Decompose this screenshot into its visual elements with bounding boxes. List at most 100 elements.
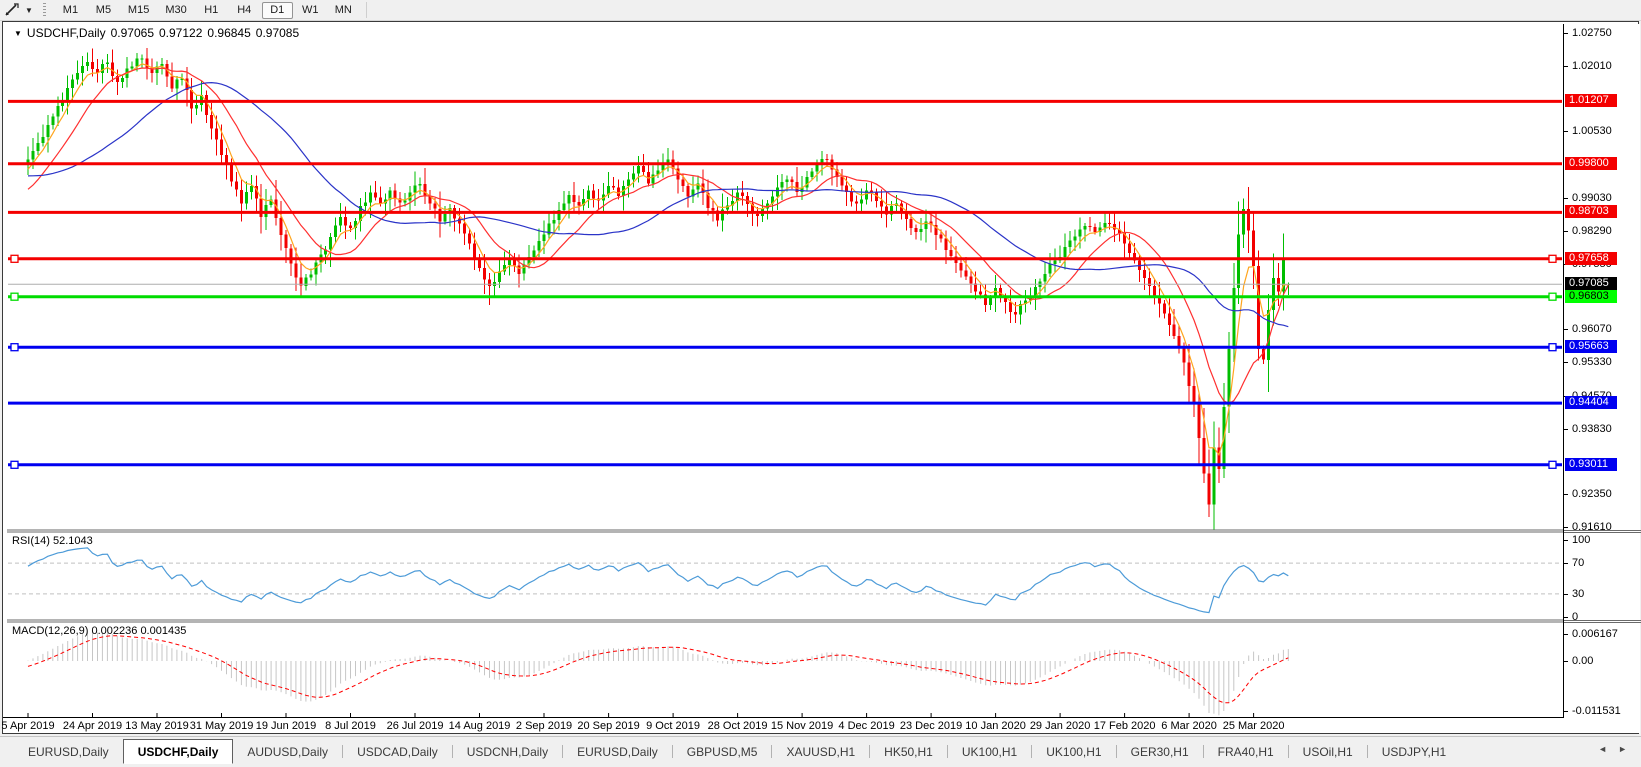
axis-tick-label: 0.92350 bbox=[1572, 488, 1612, 500]
date-axis-label: 6 Mar 2020 bbox=[1161, 720, 1217, 732]
timeframe-button-m30[interactable]: M30 bbox=[158, 2, 193, 19]
ohlc-high: 0.97122 bbox=[159, 26, 202, 40]
axis-tick-mark bbox=[1564, 231, 1568, 232]
axis-tick-label: 1.02750 bbox=[1572, 27, 1612, 39]
tab-usdchf-daily[interactable]: USDCHF,Daily bbox=[123, 739, 234, 764]
tab-usoil-h1[interactable]: USOil,H1 bbox=[1289, 741, 1367, 762]
pane-separator[interactable] bbox=[1564, 532, 1641, 533]
date-axis-label: 24 Apr 2019 bbox=[63, 720, 122, 732]
tab-eurusd-daily[interactable]: EURUSD,Daily bbox=[563, 741, 672, 762]
axis-tick-label: 30 bbox=[1572, 588, 1584, 600]
axis-tick-mark bbox=[1564, 594, 1568, 595]
axis-tick-mark bbox=[1564, 563, 1568, 564]
terminal-app: ▼ M1M5M15M30H1H4D1W1MN ▼ USDCHF,Daily 0.97… bbox=[0, 0, 1641, 767]
chart-symbol-label: USDCHF,Daily bbox=[27, 26, 106, 40]
timeframe-button-m5[interactable]: M5 bbox=[88, 2, 119, 19]
date-axis-label: 29 Jan 2020 bbox=[1030, 720, 1091, 732]
date-axis-label: 26 Jul 2019 bbox=[387, 720, 444, 732]
date-axis-label: 20 Sep 2019 bbox=[577, 720, 639, 732]
axis-tick-mark bbox=[1564, 329, 1568, 330]
ohlc-low: 0.96845 bbox=[207, 26, 250, 40]
timeframe-button-h4[interactable]: H4 bbox=[229, 2, 260, 19]
timeframe-button-m15[interactable]: M15 bbox=[121, 2, 156, 19]
tab-usdcnh-daily[interactable]: USDCNH,Daily bbox=[453, 741, 562, 762]
level-price-flag: 1.01207 bbox=[1565, 94, 1617, 107]
macd-label: MACD(12,26,9) 0.002236 0.001435 bbox=[12, 625, 186, 637]
collapse-triangle-icon[interactable]: ▼ bbox=[14, 29, 22, 38]
level-price-flag: 0.97658 bbox=[1565, 252, 1617, 265]
axis-tick-label: 0.98290 bbox=[1572, 225, 1612, 237]
level-price-flag: 0.96803 bbox=[1565, 290, 1617, 303]
axis-tick-label: 1.02010 bbox=[1572, 60, 1612, 72]
axis-tick-mark bbox=[1564, 33, 1568, 34]
crosshair-draw-tool-icon bbox=[4, 3, 22, 17]
axis-tick-label: 0.95330 bbox=[1572, 356, 1612, 368]
date-axis-label: 9 Oct 2019 bbox=[646, 720, 700, 732]
timeframe-button-d1[interactable]: D1 bbox=[262, 2, 293, 19]
axis-tick-mark bbox=[1564, 617, 1568, 618]
tab-uk100-h1[interactable]: UK100,H1 bbox=[1032, 741, 1115, 762]
axis-tick-mark bbox=[1564, 131, 1568, 132]
ohlc-open: 0.97065 bbox=[111, 26, 154, 40]
toolbar-grip[interactable] bbox=[43, 3, 46, 17]
date-axis-label: 8 Jul 2019 bbox=[325, 720, 376, 732]
rsi-label: RSI(14) 52.1043 bbox=[12, 535, 93, 547]
tab-audusd-daily[interactable]: AUDUSD,Daily bbox=[233, 741, 342, 762]
axis-tick-mark bbox=[1564, 661, 1568, 662]
axis-tick-label: 0.99030 bbox=[1572, 192, 1612, 204]
tab-ger30-h1[interactable]: GER30,H1 bbox=[1117, 741, 1203, 762]
tab-hk50-h1[interactable]: HK50,H1 bbox=[870, 741, 947, 762]
timeframe-button-mn[interactable]: MN bbox=[328, 2, 359, 19]
timeframe-buttons: M1M5M15M30H1H4D1W1MN bbox=[54, 2, 360, 19]
axis-tick-label: -0.011531 bbox=[1572, 705, 1621, 717]
scroll-left-arrow-icon[interactable]: ◄ bbox=[1598, 744, 1607, 754]
draw-tool-button[interactable]: ▼ bbox=[0, 3, 37, 17]
chart-canvas[interactable] bbox=[7, 24, 1563, 718]
tab-usdcad-daily[interactable]: USDCAD,Daily bbox=[343, 741, 452, 762]
date-axis-label: 13 May 2019 bbox=[125, 720, 189, 732]
level-price-flag: 0.99800 bbox=[1565, 157, 1617, 170]
date-axis-label: 15 Nov 2019 bbox=[771, 720, 833, 732]
price-scale[interactable]: 1.027501.020101.005300.990300.982900.975… bbox=[1563, 24, 1640, 718]
axis-tick-label: 100 bbox=[1572, 534, 1590, 546]
tab-fra40-h1[interactable]: FRA40,H1 bbox=[1204, 741, 1288, 762]
timeframe-button-h1[interactable]: H1 bbox=[196, 2, 227, 19]
tab-usdjpy-h1[interactable]: USDJPY,H1 bbox=[1368, 741, 1460, 762]
date-axis-label: 25 Mar 2020 bbox=[1223, 720, 1285, 732]
axis-tick-mark bbox=[1564, 66, 1568, 67]
pane-separator[interactable] bbox=[1564, 622, 1641, 623]
axis-tick-label: 0.006167 bbox=[1572, 628, 1618, 640]
timeframe-button-m1[interactable]: M1 bbox=[55, 2, 86, 19]
date-axis-label: 28 Oct 2019 bbox=[708, 720, 768, 732]
timeframe-button-w1[interactable]: W1 bbox=[295, 2, 326, 19]
pane-separator[interactable] bbox=[1564, 530, 1641, 531]
date-axis-label: 23 Dec 2019 bbox=[900, 720, 962, 732]
tab-uk100-h1[interactable]: UK100,H1 bbox=[948, 741, 1031, 762]
scroll-right-arrow-icon[interactable]: ► bbox=[1618, 744, 1627, 754]
axis-tick-mark bbox=[1564, 429, 1568, 430]
date-axis-label: 10 Jan 2020 bbox=[965, 720, 1026, 732]
axis-tick-mark bbox=[1564, 711, 1568, 712]
chart-tab-bar: EURUSD,DailyUSDCHF,DailyAUDUSD,DailyUSDC… bbox=[0, 736, 1641, 764]
date-axis-label: 17 Feb 2020 bbox=[1094, 720, 1156, 732]
axis-tick-mark bbox=[1564, 634, 1568, 635]
tab-xauusd-h1[interactable]: XAUUSD,H1 bbox=[772, 741, 869, 762]
pane-separator[interactable] bbox=[1564, 620, 1641, 621]
chevron-down-icon: ▼ bbox=[25, 6, 33, 15]
axis-tick-label: 0.00 bbox=[1572, 655, 1593, 667]
level-price-flag: 0.94404 bbox=[1565, 396, 1617, 409]
axis-tick-mark bbox=[1564, 527, 1568, 528]
tab-gbpusd-m5[interactable]: GBPUSD,M5 bbox=[673, 741, 772, 762]
axis-tick-mark bbox=[1564, 362, 1568, 363]
date-axis-label: 14 Aug 2019 bbox=[449, 720, 511, 732]
axis-tick-mark bbox=[1564, 494, 1568, 495]
rsi-value: 52.1043 bbox=[53, 535, 93, 547]
tab-scroll-nav: ◄ ► bbox=[1598, 744, 1627, 754]
tab-eurusd-daily[interactable]: EURUSD,Daily bbox=[14, 741, 123, 762]
chart-title: ▼USDCHF,Daily0.970650.971220.968450.9708… bbox=[14, 26, 299, 40]
toolbar-separator bbox=[366, 2, 367, 18]
time-scale[interactable]: 5 Apr 201924 Apr 201913 May 201931 May 2… bbox=[3, 717, 1640, 733]
axis-tick-mark bbox=[1564, 198, 1568, 199]
axis-tick-label: 0.93830 bbox=[1572, 423, 1612, 435]
axis-tick-label: 0.96070 bbox=[1572, 323, 1612, 335]
